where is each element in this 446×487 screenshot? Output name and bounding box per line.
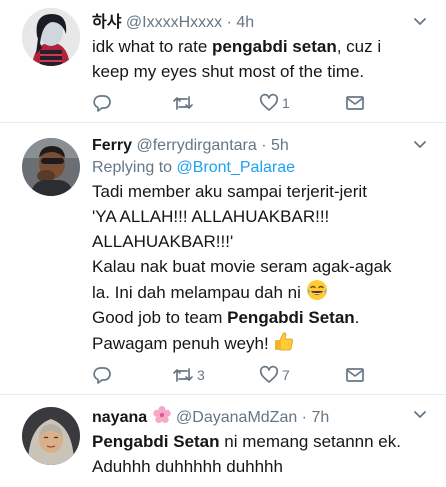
separator-dot: · [256, 137, 271, 154]
retweet-icon [173, 96, 193, 110]
tweet-header: nayana @DayanaMdZan · 7h [92, 405, 428, 429]
like-count: 7 [282, 367, 290, 383]
tweet-line: Pengabdi Setan ni memang setannn ek. [92, 432, 401, 451]
chevron-down-icon[interactable] [412, 137, 428, 153]
tweet-line: Kalau nak buat movie seram agak-agak [92, 257, 392, 276]
avatar[interactable] [22, 138, 80, 196]
separator-dot: · [297, 409, 312, 426]
retweet-count: 3 [197, 367, 205, 383]
timestamp[interactable]: 7h [311, 409, 329, 426]
tweet-feed: 하샤 @IxxxxHxxxx · 4h idk what to rate pen… [0, 0, 446, 487]
retweet-button[interactable] [172, 92, 197, 114]
cherry-blossom-emoji [152, 406, 171, 423]
timestamp[interactable]: 4h [236, 14, 254, 31]
tweet-line: Good job to team Pengabdi Setan. [92, 308, 360, 327]
separator-dot: · [222, 14, 237, 31]
direct-message-button[interactable] [345, 364, 365, 386]
tweet-line: idk what to rate pengabdi setan, cuz i [92, 37, 382, 56]
tweet-line: 'YA ALLAH!!! ALLAHUAKBAR!!! [92, 207, 330, 226]
avatar-image [22, 138, 80, 196]
tweet-line: ALLAHUAKBAR!!!' [92, 232, 234, 251]
envelope-icon [346, 368, 364, 382]
reply-button[interactable] [92, 364, 115, 386]
envelope-icon [346, 96, 364, 110]
tweet-actions: 1 [92, 92, 392, 114]
tweet-3[interactable]: nayana @DayanaMdZan · 7h Pengabdi Setan … [0, 395, 446, 487]
tweet-line: keep my eyes shut most of the time. [92, 62, 365, 81]
avatar-image [22, 407, 80, 465]
chevron-down-icon[interactable] [412, 14, 428, 30]
user-handle[interactable]: @IxxxxHxxxx [126, 14, 222, 31]
mention-link[interactable]: @Bront_Palarae [177, 159, 296, 176]
tweet-header: Ferry @ferrydirgantara · 5h [92, 135, 428, 157]
direct-message-button[interactable] [345, 92, 365, 114]
avatar[interactable] [22, 407, 80, 465]
reply-button[interactable] [92, 92, 115, 114]
like-button[interactable]: 7 [259, 364, 290, 386]
tweet-line: Tadi member aku sampai terjerit-jerit [92, 182, 367, 201]
heart-icon [259, 93, 279, 111]
laughing-tears-emoji [306, 280, 327, 300]
tweet-text: Tadi member aku sampai terjerit-jerit 'Y… [92, 179, 428, 356]
tweet-line: la. Ini dah melampau dah ni [92, 279, 428, 305]
avatar-image [22, 8, 80, 66]
replying-to: Replying to @Bront_Palarae [92, 157, 428, 179]
like-count: 1 [282, 95, 290, 111]
display-name[interactable]: nayana [92, 409, 147, 426]
reply-icon [93, 367, 111, 384]
tweet-line: Pawagam penuh weyh! [92, 330, 428, 356]
tweet-2[interactable]: Ferry @ferrydirgantara · 5h Replying to … [0, 123, 446, 394]
chevron-down-icon[interactable] [412, 407, 428, 423]
tweet-text: idk what to rate pengabdi setan, cuz i k… [92, 34, 428, 84]
tweet-text: Pengabdi Setan ni memang setannn ek. Adu… [92, 429, 428, 479]
tweet-1[interactable]: 하샤 @IxxxxHxxxx · 4h idk what to rate pen… [0, 0, 446, 122]
user-handle[interactable]: @DayanaMdZan [176, 409, 297, 426]
user-handle[interactable]: @ferrydirgantara [136, 137, 256, 154]
reply-icon [93, 95, 111, 112]
heart-icon [259, 365, 279, 383]
retweet-button[interactable]: 3 [172, 364, 205, 386]
display-name[interactable]: 하샤 [92, 14, 121, 31]
tweet-header: 하샤 @IxxxxHxxxx · 4h [92, 12, 428, 34]
like-button[interactable]: 1 [259, 92, 290, 114]
avatar[interactable] [22, 8, 80, 66]
replying-to-label: Replying to [92, 159, 173, 176]
tweet-line: Aduhhh duhhhhh duhhhh [92, 457, 283, 476]
timestamp[interactable]: 5h [271, 137, 289, 154]
retweet-icon [173, 368, 193, 382]
tweet-actions: 3 7 [92, 364, 392, 386]
thumbs-up-emoji [275, 332, 294, 351]
display-name[interactable]: Ferry [92, 137, 132, 154]
